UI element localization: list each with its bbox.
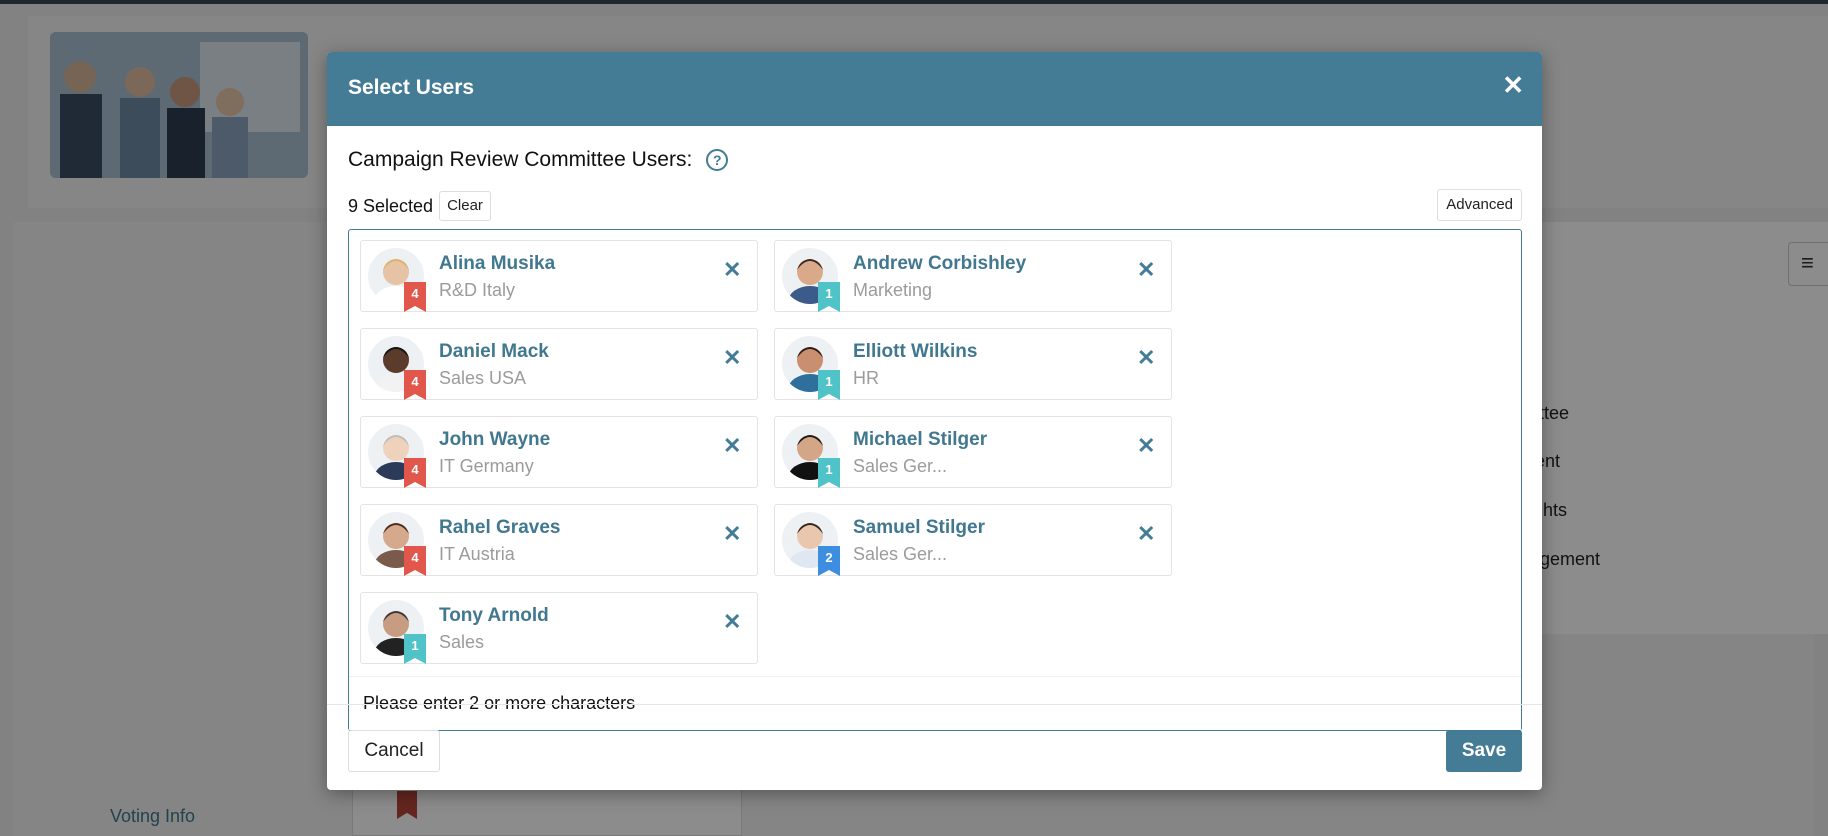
- user-department: R&D Italy: [439, 280, 516, 300]
- selected-users-list: 4 Alina Musika R&D Italy ✕ 1 Andrew Corbishle…: [360, 240, 1520, 680]
- user-name[interactable]: John Wayne: [439, 429, 550, 451]
- selected-count: 9 Selected: [348, 195, 434, 216]
- selected-user-chip: 4 Daniel Mack Sales USA ✕: [360, 328, 758, 400]
- save-button[interactable]: Save: [1446, 730, 1522, 772]
- role-badge: 4: [404, 546, 426, 576]
- role-badge: 1: [818, 370, 840, 400]
- user-name[interactable]: Andrew Corbishley: [853, 253, 1026, 275]
- role-badge: 1: [818, 458, 840, 488]
- user-name[interactable]: Elliott Wilkins: [853, 341, 977, 363]
- selected-user-chip: 1 Andrew Corbishley Marketing ✕: [774, 240, 1172, 312]
- selected-user-chip: 1 Michael Stilger Sales Ger... ✕: [774, 416, 1172, 488]
- role-badge: 4: [404, 458, 426, 488]
- remove-user-icon[interactable]: ✕: [1137, 259, 1155, 281]
- user-multiselect[interactable]: 4 Alina Musika R&D Italy ✕ 1 Andrew Corbishle…: [348, 229, 1522, 731]
- clear-button[interactable]: Clear: [439, 191, 491, 221]
- user-avatar-wrap: 4: [368, 512, 426, 576]
- user-avatar-wrap: 4: [368, 424, 426, 488]
- user-department: HR: [853, 368, 879, 388]
- user-avatar-wrap: 1: [782, 248, 840, 312]
- user-department: Sales: [439, 632, 485, 652]
- role-badge: 1: [404, 634, 426, 664]
- selection-summary: 9 Selected Clear: [348, 191, 491, 221]
- field-label-row: Campaign Review Committee Users: ?: [348, 148, 729, 172]
- selected-user-chip: 2 Samuel Stilger Sales Ger... ✕: [774, 504, 1172, 576]
- remove-user-icon[interactable]: ✕: [723, 523, 741, 545]
- question-circle-icon[interactable]: ?: [706, 149, 729, 171]
- user-department: Sales Ger...: [853, 456, 948, 476]
- dialog-header: Select Users ✕: [327, 52, 1542, 126]
- user-name[interactable]: Rahel Graves: [439, 517, 560, 539]
- search-hint: Please enter 2 or more characters: [349, 676, 1521, 730]
- user-name[interactable]: Michael Stilger: [853, 429, 987, 451]
- user-avatar-wrap: 1: [368, 600, 426, 664]
- selected-user-chip: 4 Alina Musika R&D Italy ✕: [360, 240, 758, 312]
- user-department: IT Austria: [439, 544, 515, 564]
- remove-user-icon[interactable]: ✕: [723, 611, 741, 633]
- close-icon[interactable]: ✕: [1502, 72, 1524, 98]
- advanced-button[interactable]: Advanced: [1437, 189, 1522, 221]
- remove-user-icon[interactable]: ✕: [723, 347, 741, 369]
- remove-user-icon[interactable]: ✕: [723, 259, 741, 281]
- role-badge: 4: [404, 282, 426, 312]
- user-department: IT Germany: [439, 456, 534, 476]
- user-name[interactable]: Samuel Stilger: [853, 517, 985, 539]
- remove-user-icon[interactable]: ✕: [1137, 435, 1155, 457]
- cancel-button[interactable]: Cancel: [348, 730, 440, 772]
- user-department: Sales USA: [439, 368, 527, 388]
- selected-user-chip: 1 Elliott Wilkins HR ✕: [774, 328, 1172, 400]
- user-avatar-wrap: 4: [368, 248, 426, 312]
- user-avatar-wrap: 4: [368, 336, 426, 400]
- remove-user-icon[interactable]: ✕: [723, 435, 741, 457]
- dialog-title: Select Users: [348, 76, 475, 99]
- role-badge: 2: [818, 546, 840, 576]
- user-department: Sales Ger...: [853, 544, 948, 564]
- footer-divider: [327, 704, 1542, 705]
- selected-user-chip: 4 Rahel Graves IT Austria ✕: [360, 504, 758, 576]
- selected-user-chip: 4 John Wayne IT Germany ✕: [360, 416, 758, 488]
- user-name[interactable]: Daniel Mack: [439, 341, 549, 363]
- field-label: Campaign Review Committee Users:: [348, 148, 693, 171]
- user-avatar-wrap: 1: [782, 424, 840, 488]
- remove-user-icon[interactable]: ✕: [1137, 347, 1155, 369]
- select-users-dialog: Select Users ✕ Campaign Review Committee…: [327, 52, 1542, 790]
- selected-user-chip: 1 Tony Arnold Sales ✕: [360, 592, 758, 664]
- role-badge: 1: [818, 282, 840, 312]
- role-badge: 4: [404, 370, 426, 400]
- user-department: Marketing: [853, 280, 933, 300]
- user-name[interactable]: Tony Arnold: [439, 605, 549, 627]
- user-name[interactable]: Alina Musika: [439, 253, 555, 275]
- user-avatar-wrap: 2: [782, 512, 840, 576]
- remove-user-icon[interactable]: ✕: [1137, 523, 1155, 545]
- user-avatar-wrap: 1: [782, 336, 840, 400]
